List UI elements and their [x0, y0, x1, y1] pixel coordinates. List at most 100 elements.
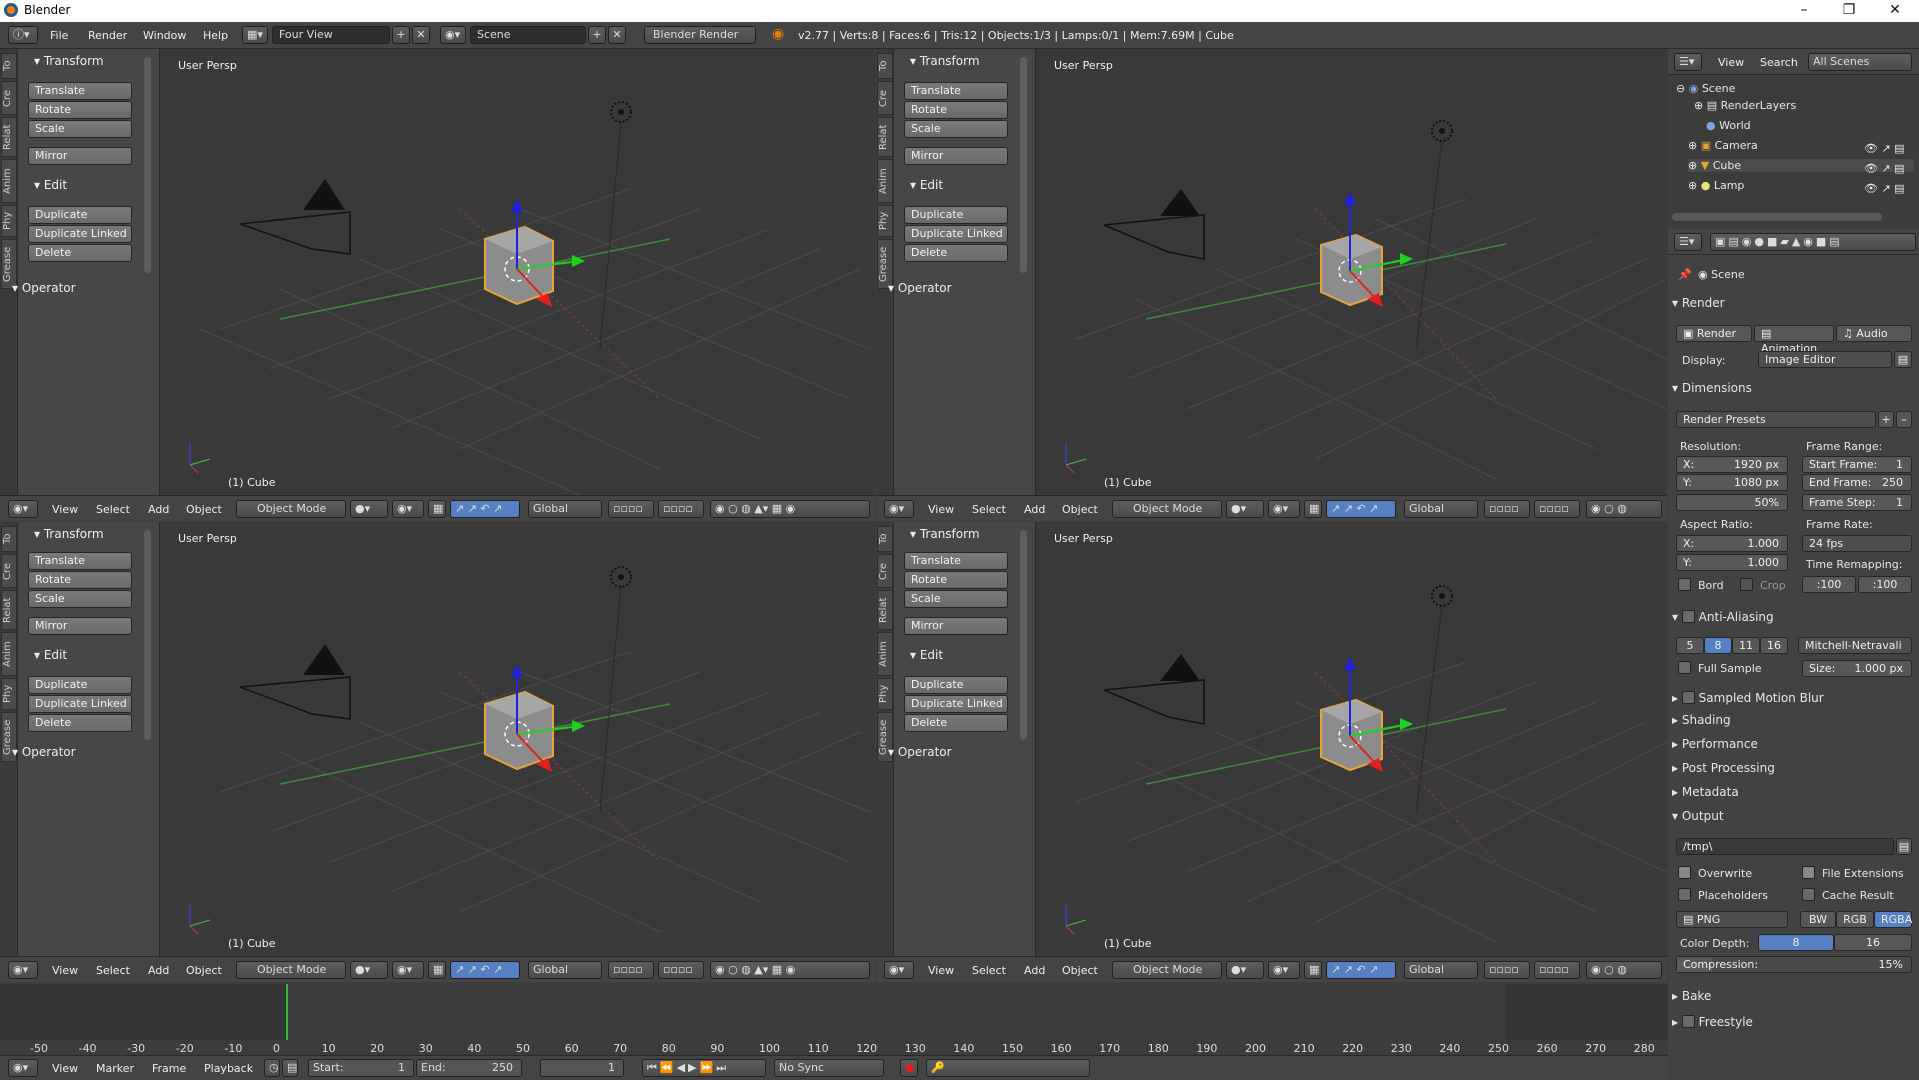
outliner-item-lamp[interactable]: ⊕ ● Lamp [1688, 179, 1744, 192]
delete-button[interactable]: Delete [28, 244, 132, 262]
snap-render-icons[interactable]: ◉ ○ ◍ ▲▾ ▦ ◉ [710, 500, 870, 518]
layers-grid-a[interactable]: ▫▫▫▫ [1484, 500, 1530, 518]
viewport-top-left[interactable]: User Persp (1) Cube [160, 49, 875, 495]
frame-step-field[interactable]: Frame Step: 1 [1802, 494, 1912, 511]
motion-blur-checkbox[interactable] [1681, 691, 1695, 704]
overwrite-checkbox[interactable] [1678, 866, 1691, 879]
outliner-item-renderlayers[interactable]: ⊕ ▤ RenderLayers [1694, 99, 1796, 112]
editor-type-icon[interactable]: ☰▾ [1674, 53, 1702, 71]
aa-samples-5[interactable]: 5 [1676, 637, 1704, 654]
metadata-panel-header[interactable]: ▸ Metadata [1672, 785, 1912, 799]
menu-marker[interactable]: Marker [96, 1062, 134, 1075]
shading-icon[interactable]: ●▾ [350, 961, 388, 979]
file-extensions-checkbox[interactable] [1802, 866, 1815, 879]
editor-type-icon[interactable]: ☰▾ [1674, 233, 1702, 251]
cache-result-checkbox[interactable] [1802, 888, 1815, 901]
snap-render-icons[interactable]: ◉ ○ ◍ [1586, 961, 1662, 979]
edit-panel-header[interactable]: ▾ Edit [910, 178, 943, 192]
rotate-button[interactable]: Rotate [904, 571, 1008, 589]
select-all-icon[interactable]: ▦ [1304, 500, 1322, 518]
menu-select[interactable]: Select [96, 964, 130, 977]
tab-physics[interactable]: Phy [877, 205, 893, 237]
duplicate-button[interactable]: Duplicate [28, 206, 132, 224]
compression-slider[interactable]: Compression: 15% [1676, 956, 1912, 973]
scale-button[interactable]: Scale [904, 120, 1008, 138]
shading-icon[interactable]: ●▾ [350, 500, 388, 518]
aspect-x-field[interactable]: X: 1.000 [1676, 535, 1788, 552]
menu-view[interactable]: View [52, 964, 78, 977]
menu-object[interactable]: Object [1062, 964, 1098, 977]
render-presets-select[interactable]: Render Presets [1676, 411, 1876, 428]
menu-object[interactable]: Object [186, 503, 222, 516]
menu-frame[interactable]: Frame [152, 1062, 186, 1075]
layers-grid-a[interactable]: ▫▫▫▫ [1484, 961, 1530, 979]
add-preset-icon[interactable]: + [1878, 411, 1894, 428]
mode-select[interactable]: Object Mode [236, 961, 346, 979]
tab-tools[interactable]: To [877, 53, 893, 79]
menu-add[interactable]: Add [1024, 503, 1045, 516]
remove-preset-icon[interactable]: – [1896, 411, 1912, 428]
menu-select[interactable]: Select [972, 503, 1006, 516]
aa-samples-11[interactable]: 11 [1732, 637, 1760, 654]
layers-grid-b[interactable]: ▫▫▫▫ [1534, 500, 1580, 518]
render-engine-select[interactable]: Blender Render [644, 26, 756, 44]
mode-select[interactable]: Object Mode [1112, 961, 1222, 979]
border-checkbox[interactable] [1678, 578, 1691, 591]
placeholders-checkbox[interactable] [1678, 888, 1691, 901]
tab-tools[interactable]: To [1, 526, 17, 552]
output-path-field[interactable]: /tmp\ [1676, 838, 1894, 855]
duplicate-button[interactable]: Duplicate [904, 206, 1008, 224]
orientation-select[interactable]: Global [528, 500, 602, 518]
dimensions-panel-header[interactable]: ▾ Dimensions [1672, 381, 1912, 395]
render-button[interactable]: ▣ Render [1676, 325, 1752, 342]
orientation-select[interactable]: Global [1404, 500, 1478, 518]
tab-relations[interactable]: Relat [1, 117, 17, 157]
edit-panel-header[interactable]: ▾ Edit [34, 178, 67, 192]
tab-physics[interactable]: Phy [1, 678, 17, 710]
snap-render-icons[interactable]: ◉ ○ ◍ ▲▾ ▦ ◉ [710, 961, 870, 979]
add-layout-icon[interactable]: + [392, 26, 410, 44]
orientation-select[interactable]: Global [1404, 961, 1478, 979]
lock-icon[interactable]: ▤ [282, 1059, 298, 1077]
menu-view[interactable]: View [928, 503, 954, 516]
layers-grid-a[interactable]: ▫▫▫▫ [608, 500, 654, 518]
translate-button[interactable]: Translate [28, 552, 132, 570]
transform-panel-header[interactable]: ▾ Transform [34, 54, 104, 68]
tab-create[interactable]: Cre [877, 554, 893, 588]
aa-samples-8[interactable]: 8 [1704, 637, 1732, 654]
freestyle-checkbox[interactable] [1681, 1015, 1695, 1028]
tab-relations[interactable]: Relat [877, 590, 893, 630]
select-all-icon[interactable]: ▦ [428, 500, 446, 518]
fps-select[interactable]: 24 fps [1802, 535, 1912, 552]
layers-grid-a[interactable]: ▫▫▫▫ [608, 961, 654, 979]
menu-add[interactable]: Add [148, 964, 169, 977]
outliner-scrollbar[interactable] [1672, 213, 1882, 221]
transform-panel-header[interactable]: ▾ Transform [910, 54, 980, 68]
performance-panel-header[interactable]: ▸ Performance [1672, 737, 1912, 751]
full-sample-checkbox[interactable] [1678, 661, 1691, 674]
tab-animation[interactable]: Anim [1, 159, 17, 203]
render-panel-header[interactable]: ▾ Render [1672, 296, 1912, 310]
translate-button[interactable]: Translate [904, 82, 1008, 100]
orientation-select[interactable]: Global [528, 961, 602, 979]
outliner-item-world[interactable]: ● World [1706, 119, 1751, 132]
pin-icon[interactable]: 📌 [1678, 268, 1692, 281]
editor-type-icon[interactable]: ◉▾ [884, 500, 914, 518]
sync-select[interactable]: No Sync [774, 1059, 884, 1077]
context-tabs[interactable]: ▣▤◉●■▰▲◉■▤ [1710, 233, 1916, 251]
menu-file[interactable]: File [50, 29, 68, 42]
layers-grid-b[interactable]: ▫▫▫▫ [1534, 961, 1580, 979]
tab-physics[interactable]: Phy [1, 205, 17, 237]
depth-8-button[interactable]: 8 [1758, 934, 1834, 951]
record-icon[interactable]: ● [900, 1059, 918, 1077]
display-select[interactable]: Image Editor [1758, 351, 1892, 368]
tab-animation[interactable]: Anim [877, 632, 893, 676]
mirror-button[interactable]: Mirror [28, 147, 132, 165]
resolution-x-field[interactable]: X: 1920 px [1676, 456, 1788, 473]
menu-object[interactable]: Object [186, 964, 222, 977]
layers-grid-b[interactable]: ▫▫▫▫ [658, 500, 704, 518]
tab-tools[interactable]: To [1, 53, 17, 79]
menu-search[interactable]: Search [1760, 56, 1798, 69]
viewport-top-right[interactable]: User Persp (1) Cube [1036, 49, 1667, 495]
aa-samples-16[interactable]: 16 [1760, 637, 1788, 654]
